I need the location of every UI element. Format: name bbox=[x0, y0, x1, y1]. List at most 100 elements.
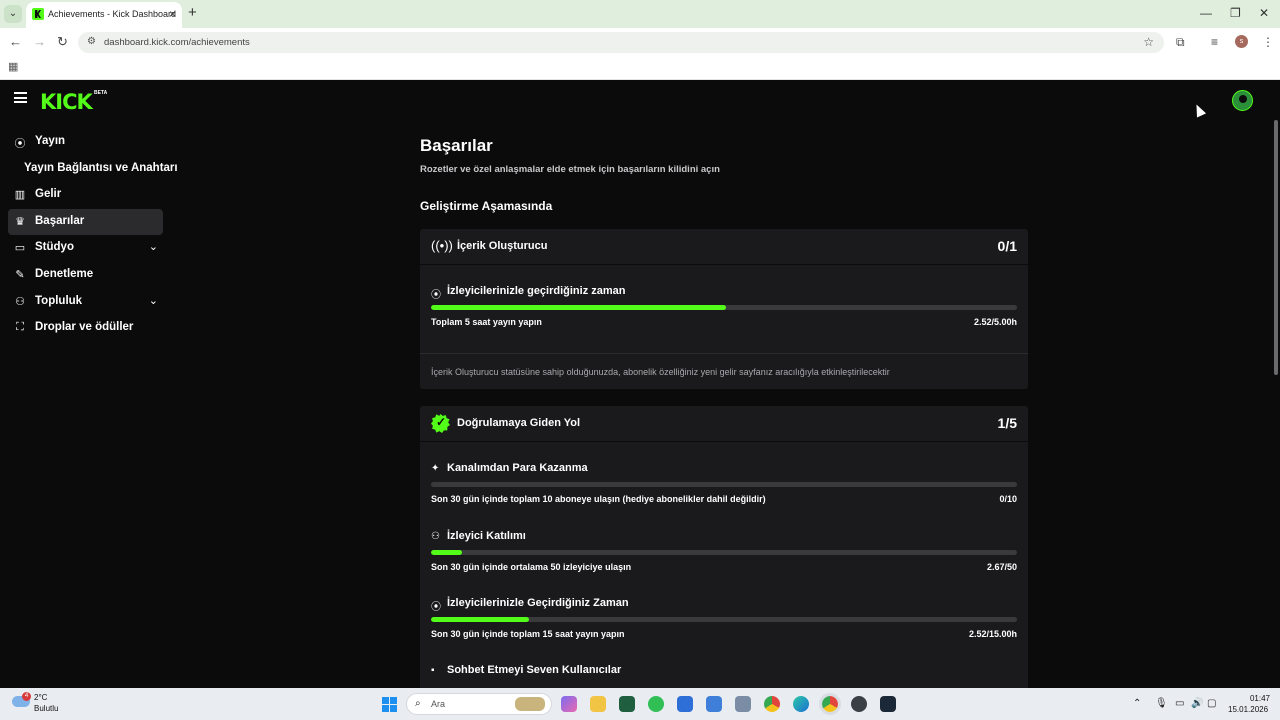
forward-icon[interactable]: → bbox=[33, 34, 46, 49]
broadcast-icon: ⦿ bbox=[14, 138, 26, 150]
back-icon[interactable]: ← bbox=[9, 34, 22, 49]
weather-condition: Bulutlu bbox=[34, 704, 59, 713]
sparkle-icon: ✦ bbox=[431, 463, 440, 474]
network-icon[interactable]: ▭ bbox=[1175, 698, 1184, 709]
page-scrollbar[interactable] bbox=[1272, 80, 1280, 688]
terminal-icon[interactable] bbox=[619, 696, 635, 712]
clock-date[interactable]: 15.01.2026 bbox=[1228, 705, 1268, 714]
app-icon[interactable] bbox=[677, 696, 693, 712]
bookmark-star-icon[interactable]: ☆ bbox=[1143, 35, 1154, 49]
temperature: 2°C bbox=[34, 693, 48, 702]
tray-expand-icon[interactable]: ⌃ bbox=[1133, 698, 1141, 709]
community-icon: ⚇ bbox=[15, 296, 25, 308]
profile-avatar[interactable]: s bbox=[1235, 35, 1248, 48]
sidebar-item-label: Başarılar bbox=[35, 215, 85, 227]
windows-taskbar: 4 2°C Bulutlu ⌕ Ara ⌃ 🎙 ▭ 🔊 ▢ 01:47 15.0… bbox=[0, 688, 1280, 720]
windows-start-icon[interactable] bbox=[382, 697, 397, 712]
achievement-goal: ✦ Kanalımdan Para Kazanma Son 30 gün içi… bbox=[431, 462, 1017, 522]
card-header: Doğrulamaya Giden Yol 1/5 bbox=[420, 406, 1028, 442]
search-icon: ⌕ bbox=[415, 698, 421, 709]
reload-icon[interactable]: ↻ bbox=[57, 34, 68, 50]
whatsapp-icon[interactable] bbox=[648, 696, 664, 712]
browser-tab-strip: ⌄ Achievements - Kick Dashboard × + — ❐ … bbox=[0, 0, 1280, 28]
microphone-icon[interactable]: 🎙 bbox=[1155, 698, 1168, 709]
chart-icon: ▥ bbox=[14, 189, 26, 201]
card-title: İçerik Oluşturucu bbox=[457, 240, 548, 252]
goal-title: Kanalımdan Para Kazanma bbox=[447, 462, 588, 474]
search-highlight-image bbox=[515, 697, 545, 711]
sidebar-item-topluluk[interactable]: ⚇ Topluluk ⌄ bbox=[8, 289, 163, 315]
card-count: 0/1 bbox=[997, 238, 1017, 254]
sidebar-item-label: Yayın bbox=[35, 135, 66, 147]
address-bar[interactable]: ⚙ dashboard.kick.com/achievements ☆ bbox=[78, 32, 1164, 53]
achievement-card-content-creator: ((•)) İçerik Oluşturucu 0/1 ⦿ İzleyicile… bbox=[420, 229, 1028, 389]
achievement-card-verification: Doğrulamaya Giden Yol 1/5 ✦ Kanalımdan P… bbox=[420, 406, 1028, 690]
steam-icon[interactable] bbox=[880, 696, 896, 712]
goal-description: Toplam 5 saat yayın yapın bbox=[431, 317, 542, 327]
progress-bar bbox=[431, 482, 1017, 487]
progress-bar bbox=[431, 550, 1017, 555]
achievement-goal: ⦿ İzleyicilerinizle geçirdiğiniz zaman T… bbox=[431, 285, 1017, 345]
card-footer-text: İçerik Oluşturucu statüsüne sahip olduğu… bbox=[431, 367, 890, 377]
apps-grid-icon[interactable]: ▦ bbox=[8, 60, 18, 73]
wrench-icon: ✎ bbox=[15, 269, 25, 281]
broadcast-icon: ⦿ bbox=[431, 290, 441, 301]
achievement-goal: ⦿ İzleyicilerinizle Geçirdiğiniz Zaman S… bbox=[431, 597, 1017, 657]
browser-tab[interactable]: Achievements - Kick Dashboard × bbox=[26, 2, 182, 28]
browser-menu-icon[interactable]: ⋮ bbox=[1262, 35, 1274, 49]
clock-time[interactable]: 01:47 bbox=[1240, 694, 1270, 703]
chrome-icon[interactable] bbox=[764, 696, 780, 712]
sidebar-item-denetleme[interactable]: ✎ Denetleme bbox=[8, 262, 163, 288]
kick-logo[interactable]: KICK bbox=[40, 90, 93, 114]
goal-title: İzleyici Katılımı bbox=[447, 530, 526, 542]
battery-icon[interactable]: ▢ bbox=[1207, 698, 1216, 709]
goal-description: Son 30 gün içinde toplam 10 aboneye ulaş… bbox=[431, 494, 766, 504]
hamburger-menu-icon[interactable] bbox=[14, 92, 27, 103]
trophy-icon: ♛ bbox=[15, 216, 25, 228]
mail-icon[interactable] bbox=[706, 696, 722, 712]
minimize-button[interactable]: — bbox=[1200, 6, 1212, 20]
store-icon[interactable] bbox=[735, 696, 751, 712]
progress-fill bbox=[431, 550, 463, 555]
page-subtitle: Rozetler ve özel anlaşmalar elde etmek i… bbox=[420, 164, 720, 175]
edge-icon[interactable] bbox=[793, 696, 809, 712]
chat-icon: ▪ bbox=[431, 665, 435, 676]
copilot-icon[interactable] bbox=[561, 696, 577, 712]
chevron-down-icon[interactable]: ⌄ bbox=[149, 240, 158, 253]
scrollbar-thumb[interactable] bbox=[1274, 120, 1278, 375]
tab-search-button[interactable]: ⌄ bbox=[4, 5, 22, 23]
goal-description: Son 30 gün içinde ortalama 50 izleyiciye… bbox=[431, 562, 632, 572]
goal-value: 0/10 bbox=[999, 494, 1017, 504]
volume-icon[interactable]: 🔊 bbox=[1191, 698, 1203, 709]
sidebar-item-stream-key[interactable]: Yayın Bağlantısı ve Anahtarı bbox=[24, 162, 178, 174]
sidebar-item-label: Topluluk bbox=[35, 295, 83, 307]
extensions-icon[interactable]: ⧉ bbox=[1176, 35, 1185, 50]
close-tab-icon[interactable]: × bbox=[169, 7, 176, 21]
sidebar-item-yayin[interactable]: ⦿ Yayın bbox=[8, 129, 163, 155]
site-info-icon[interactable]: ⚙ bbox=[87, 36, 96, 47]
tab-title: Achievements - Kick Dashboard bbox=[48, 9, 177, 19]
sidebar-item-label: Denetleme bbox=[35, 268, 94, 280]
sidebar-item-label: Stüdyo bbox=[35, 241, 74, 253]
bookmarks-bar: ▦ bbox=[0, 56, 1280, 80]
sidebar-item-label: Droplar ve ödüller bbox=[35, 321, 134, 333]
sidebar-item-gelir[interactable]: ▥ Gelir bbox=[8, 182, 163, 208]
restore-button[interactable]: ❐ bbox=[1230, 6, 1241, 20]
taskbar-search[interactable]: ⌕ Ara bbox=[406, 693, 552, 715]
close-window-button[interactable]: ✕ bbox=[1259, 6, 1269, 20]
sidebar-item-basarilar[interactable]: ♛ Başarılar bbox=[8, 209, 163, 235]
steam-alt-icon[interactable] bbox=[851, 696, 867, 712]
media-control-icon[interactable]: ≡ bbox=[1211, 35, 1218, 49]
card-header: ((•)) İçerik Oluşturucu 0/1 bbox=[420, 229, 1028, 265]
verified-badge-icon bbox=[431, 414, 450, 433]
sidebar-item-droplar[interactable]: ⛶ Droplar ve ödüller bbox=[8, 315, 163, 341]
chevron-down-icon[interactable]: ⌄ bbox=[149, 294, 158, 307]
chrome-profile-icon[interactable] bbox=[819, 693, 841, 715]
page-title: Başarılar bbox=[420, 136, 493, 155]
new-tab-button[interactable]: + bbox=[188, 4, 197, 21]
user-avatar[interactable] bbox=[1232, 90, 1253, 111]
goal-value: 2.67/50 bbox=[986, 562, 1017, 572]
goal-value: 2.52/15.00h bbox=[968, 629, 1017, 639]
file-explorer-icon[interactable] bbox=[590, 696, 606, 712]
sidebar-item-studyo[interactable]: ▭ Stüdyo ⌄ bbox=[8, 235, 163, 261]
